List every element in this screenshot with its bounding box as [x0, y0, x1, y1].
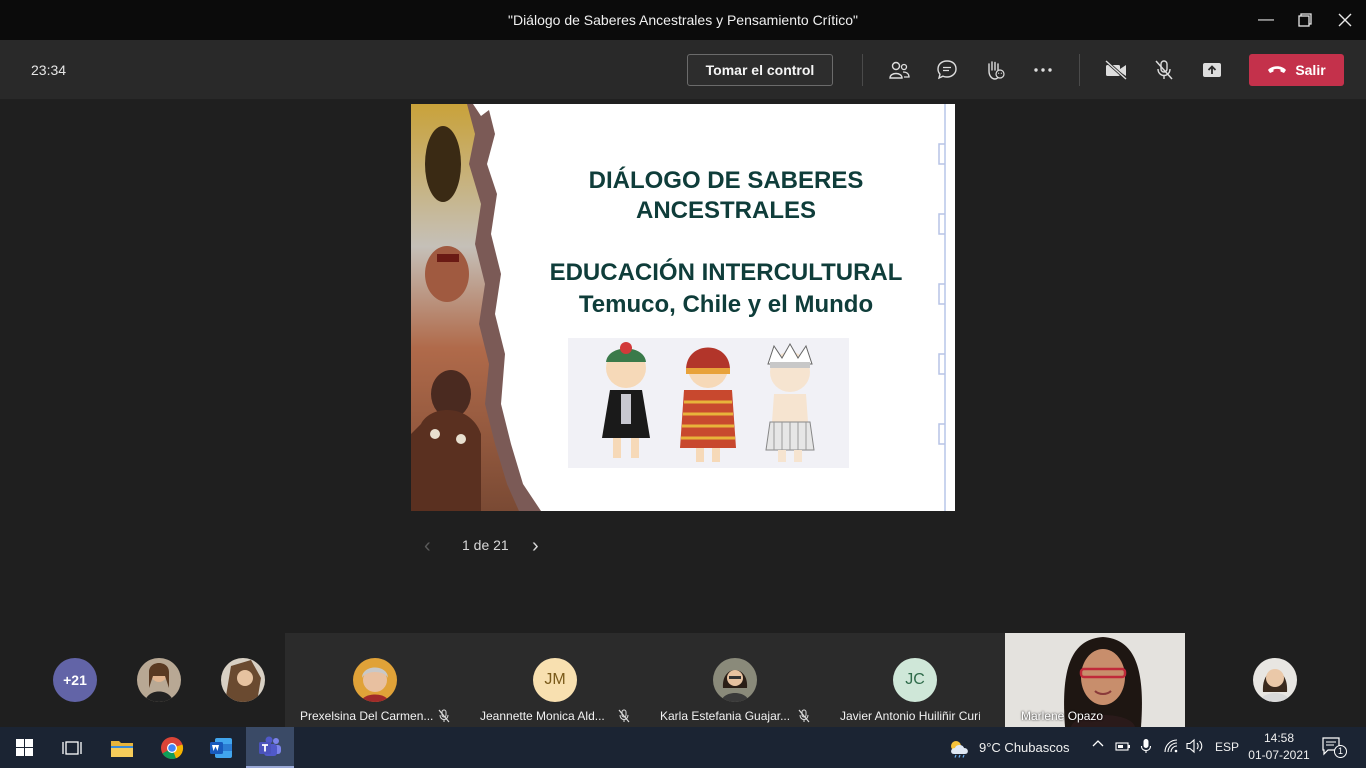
next-slide-icon[interactable]: ›	[532, 535, 539, 558]
microphone-icon[interactable]	[1140, 738, 1152, 757]
language-indicator[interactable]: ESP	[1215, 740, 1239, 754]
share-screen-icon[interactable]	[1200, 58, 1224, 82]
taskbar-clock[interactable]: 14:58 01-07-2021	[1244, 730, 1314, 764]
teams-icon[interactable]	[246, 727, 294, 768]
window-titlebar: "Diálogo de Saberes Ancestrales y Pensam…	[0, 0, 1366, 40]
more-icon[interactable]	[1031, 58, 1055, 82]
presentation-slide: DIÁLOGO DE SABERES ANCESTRALES EDUCACIÓN…	[411, 104, 955, 511]
toolbar-divider	[862, 54, 863, 86]
meeting-timer: 23:34	[31, 62, 67, 78]
weather-label[interactable]: 9°C Chubascos	[979, 740, 1069, 755]
avatar	[713, 658, 757, 702]
mic-off-icon	[798, 709, 810, 723]
children-illustration	[568, 338, 849, 468]
meeting-toolbar: 23:34 Tomar el control Salir	[0, 40, 1366, 100]
volume-icon[interactable]	[1186, 738, 1204, 757]
weather-icon[interactable]	[947, 738, 971, 763]
slide-subtitle: EDUCACIÓN INTERCULTURAL	[549, 259, 903, 286]
word-icon[interactable]	[197, 727, 245, 768]
camera-off-icon[interactable]	[1104, 58, 1128, 82]
minimize-icon[interactable]: —	[1254, 8, 1278, 32]
mic-off-icon	[618, 709, 630, 723]
avatar-initials: JC	[893, 658, 937, 702]
file-explorer-icon[interactable]	[98, 727, 146, 768]
content-stage: DIÁLOGO DE SABERES ANCESTRALES EDUCACIÓN…	[0, 101, 1366, 633]
more-participants-button[interactable]: +21	[53, 658, 97, 702]
participants-strip: +21 Prexelsina Del Carmen... JM Jeannett…	[0, 633, 1366, 727]
participant-tile[interactable]: JC Javier Antonio Huiliñir Curío	[825, 633, 1005, 727]
slide-pager: ‹ 1 de 21 ›	[420, 533, 550, 557]
chevron-up-icon[interactable]	[1091, 737, 1105, 754]
participant-tile[interactable]: Karla Estefania Guajar...	[645, 633, 825, 727]
participant-video-tile[interactable]: Marlene Opazo	[1005, 633, 1185, 727]
windows-start-icon[interactable]	[0, 727, 48, 768]
participant-name: Karla Estefania Guajar...	[660, 709, 791, 723]
wifi-icon[interactable]	[1163, 738, 1179, 757]
participant-name: Jeannette Monica Ald...	[480, 709, 605, 723]
raise-hand-icon[interactable]	[983, 58, 1007, 82]
chrome-icon[interactable]	[148, 727, 196, 768]
clock-date: 01-07-2021	[1248, 748, 1310, 762]
windows-taskbar: 9°C Chubascos ESP 14:58 01-07-2021 1	[0, 727, 1366, 768]
mic-off-icon	[438, 709, 450, 723]
task-view-icon[interactable]	[48, 727, 96, 768]
avatar[interactable]	[221, 658, 265, 702]
participant-name: Marlene Opazo	[1021, 709, 1104, 723]
leave-label: Salir	[1295, 62, 1326, 78]
previous-slide-icon[interactable]: ‹	[424, 535, 431, 558]
slide-counter: 1 de 21	[462, 537, 509, 553]
window-title: "Diálogo de Saberes Ancestrales y Pensam…	[507, 12, 858, 28]
slide-title: DIÁLOGO DE SABERES ANCESTRALES	[588, 167, 864, 224]
hang-up-icon	[1267, 62, 1287, 78]
clock-time: 14:58	[1263, 731, 1295, 745]
slide-subtitle-location: Temuco, Chile y el Mundo	[578, 291, 874, 318]
avatar[interactable]	[137, 658, 181, 702]
take-control-button[interactable]: Tomar el control	[687, 54, 833, 86]
mic-off-icon[interactable]	[1152, 58, 1176, 82]
avatar[interactable]	[1253, 658, 1297, 702]
notifications-icon[interactable]: 1	[1322, 737, 1347, 759]
avatar	[353, 658, 397, 702]
toolbar-divider	[1079, 54, 1080, 86]
chat-icon[interactable]	[935, 58, 959, 82]
notifications-count: 1	[1334, 745, 1347, 758]
avatar-initials: JM	[533, 658, 577, 702]
restore-icon[interactable]	[1293, 8, 1317, 32]
participant-tile[interactable]: JM Jeannette Monica Ald...	[465, 633, 645, 727]
participant-tile[interactable]: Prexelsina Del Carmen...	[285, 633, 465, 727]
participants-icon[interactable]	[887, 58, 911, 82]
close-icon[interactable]	[1333, 8, 1357, 32]
leave-button[interactable]: Salir	[1249, 54, 1344, 86]
participant-name: Prexelsina Del Carmen...	[300, 709, 434, 723]
battery-icon[interactable]	[1115, 739, 1131, 756]
participant-name: Javier Antonio Huiliñir Curío	[840, 709, 980, 723]
